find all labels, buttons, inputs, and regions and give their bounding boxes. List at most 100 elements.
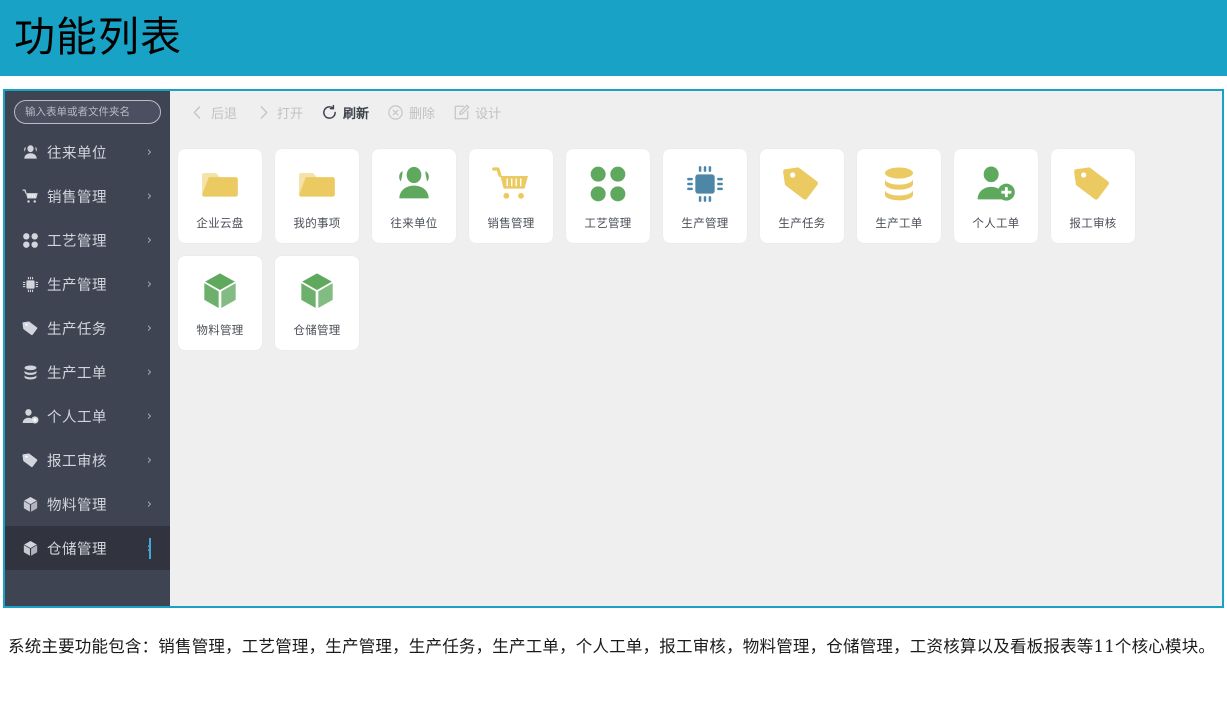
person-add-icon [974,162,1018,206]
page-caption: 系统主要功能包含：销售管理，工艺管理，生产管理，生产任务，生产工单，个人工单，报… [8,637,1216,656]
page-title: 功能列表 [14,13,182,61]
folder-icon [198,162,242,206]
chevron-right-icon: › [146,364,152,380]
text-cursor [149,538,151,559]
sidebar-item-5[interactable]: 生产任务 › [5,306,170,350]
sidebar-item-label: 工艺管理 [47,233,107,250]
tag-icon [21,319,40,338]
main-content: 后退 打开 刷新 删除 设计 企业云盘 我的事项 往来单位 销售管理 工艺管理 生产管理 生产任务 生… [170,91,1222,606]
sidebar-item-label: 销售管理 [47,189,107,206]
app-tile-4[interactable]: 销售管理 [469,149,553,243]
sidebar-item-6[interactable]: 生产工单 › [5,350,170,394]
delete-circle-icon [387,104,404,121]
app-tile-7[interactable]: 生产任务 [760,149,844,243]
app-tile-1[interactable]: 企业云盘 [178,149,262,243]
cart-icon [489,162,533,206]
sidebar-item-7[interactable]: 个人工单 › [5,394,170,438]
toolbar-button-label: 后退 [211,106,238,122]
toolbar-button-label: 设计 [475,106,502,122]
cube-icon [198,269,242,313]
sidebar-item-label: 生产任务 [47,321,107,338]
sidebar-item-9[interactable]: 物料管理 › [5,482,170,526]
sidebar-item-label: 报工审核 [47,453,107,470]
sidebar-search-wrap [5,91,170,124]
toolbar-button-5[interactable]: 设计 [444,101,510,124]
app-tile-10[interactable]: 报工审核 [1051,149,1135,243]
sidebar-item-label: 生产管理 [47,277,107,294]
tag-icon [1071,162,1115,206]
app-tile-11[interactable]: 物料管理 [178,256,262,350]
cart-icon [21,187,40,206]
people-icon [21,143,40,162]
page-header: 功能列表 [0,0,1227,76]
design-pencil-icon [453,104,470,121]
sidebar-item-3[interactable]: 工艺管理 › [5,218,170,262]
database-icon [877,162,921,206]
cube-icon [295,269,339,313]
app-tile-label: 个人工单 [972,216,1020,230]
chevron-right-icon: › [146,408,152,424]
app-tile-3[interactable]: 往来单位 [372,149,456,243]
sidebar-item-4[interactable]: 生产管理 › [5,262,170,306]
chevron-right-icon: › [146,276,152,292]
search-input[interactable] [14,100,161,124]
chevron-right-icon: › [146,144,152,160]
app-tile-label: 往来单位 [390,216,438,230]
app-tile-label: 生产工单 [875,216,923,230]
app-tile-8[interactable]: 生产工单 [857,149,941,243]
chevron-right-icon: › [146,188,152,204]
app-tile-label: 物料管理 [196,323,244,337]
person-add-icon [21,407,40,426]
chevron-right-icon: › [146,496,152,512]
sidebar: 往来单位 › 销售管理 › 工艺管理 › 生产管理 › 生产任务 › 生产工单 › 个人工单 › 报工审核 ›… [5,91,170,606]
toolbar-button-label: 删除 [409,106,436,122]
sidebar-item-8[interactable]: 报工审核 › [5,438,170,482]
tile-grid: 企业云盘 我的事项 往来单位 销售管理 工艺管理 生产管理 生产任务 生产工单 个人工单 报工审核… [176,149,1216,602]
chip-icon [21,275,40,294]
cube-icon [21,495,40,514]
app-tile-5[interactable]: 工艺管理 [566,149,650,243]
chevron-left-icon [189,104,206,121]
chip-icon [683,162,727,206]
folder-icon [295,162,339,206]
chevron-right-icon: › [146,232,152,248]
app-tile-label: 我的事项 [293,216,341,230]
database-icon [21,363,40,382]
sidebar-item-label: 仓储管理 [47,541,107,558]
app-tile-label: 生产任务 [778,216,826,230]
sidebar-item-label: 生产工单 [47,365,107,382]
sidebar-nav: 往来单位 › 销售管理 › 工艺管理 › 生产管理 › 生产任务 › 生产工单 › 个人工单 › 报工审核 ›… [5,130,170,570]
tag-icon [780,162,824,206]
app-window: 往来单位 › 销售管理 › 工艺管理 › 生产管理 › 生产任务 › 生产工单 › 个人工单 › 报工审核 ›… [3,89,1224,608]
toolbar-button-2[interactable]: 打开 [246,101,312,124]
toolbar-button-label: 打开 [277,106,304,122]
app-tile-label: 销售管理 [487,216,535,230]
cube-icon [21,539,40,558]
toolbar: 后退 打开 刷新 删除 设计 [170,91,1222,133]
app-tile-label: 生产管理 [681,216,729,230]
people-icon [392,162,436,206]
sidebar-item-2[interactable]: 销售管理 › [5,174,170,218]
app-tile-6[interactable]: 生产管理 [663,149,747,243]
app-tile-2[interactable]: 我的事项 [275,149,359,243]
toolbar-button-1[interactable]: 后退 [180,101,246,124]
toolbar-button-label: 刷新 [343,106,370,122]
sidebar-item-1[interactable]: 往来单位 › [5,130,170,174]
chevron-right-icon: › [146,452,152,468]
app-tile-label: 报工审核 [1069,216,1117,230]
clover-icon [21,231,40,250]
app-tile-label: 工艺管理 [584,216,632,230]
tag-icon [21,451,40,470]
refresh-icon [321,104,338,121]
toolbar-button-4[interactable]: 删除 [378,101,444,124]
app-tile-label: 仓储管理 [293,323,341,337]
app-tile-12[interactable]: 仓储管理 [275,256,359,350]
sidebar-item-label: 个人工单 [47,409,107,426]
toolbar-button-3[interactable]: 刷新 [312,101,378,124]
sidebar-item-10[interactable]: 仓储管理› [5,526,170,570]
clover-icon [586,162,630,206]
app-tile-9[interactable]: 个人工单 [954,149,1038,243]
chevron-right-icon [255,104,272,121]
sidebar-item-label: 物料管理 [47,497,107,514]
sidebar-item-label: 往来单位 [47,145,107,162]
